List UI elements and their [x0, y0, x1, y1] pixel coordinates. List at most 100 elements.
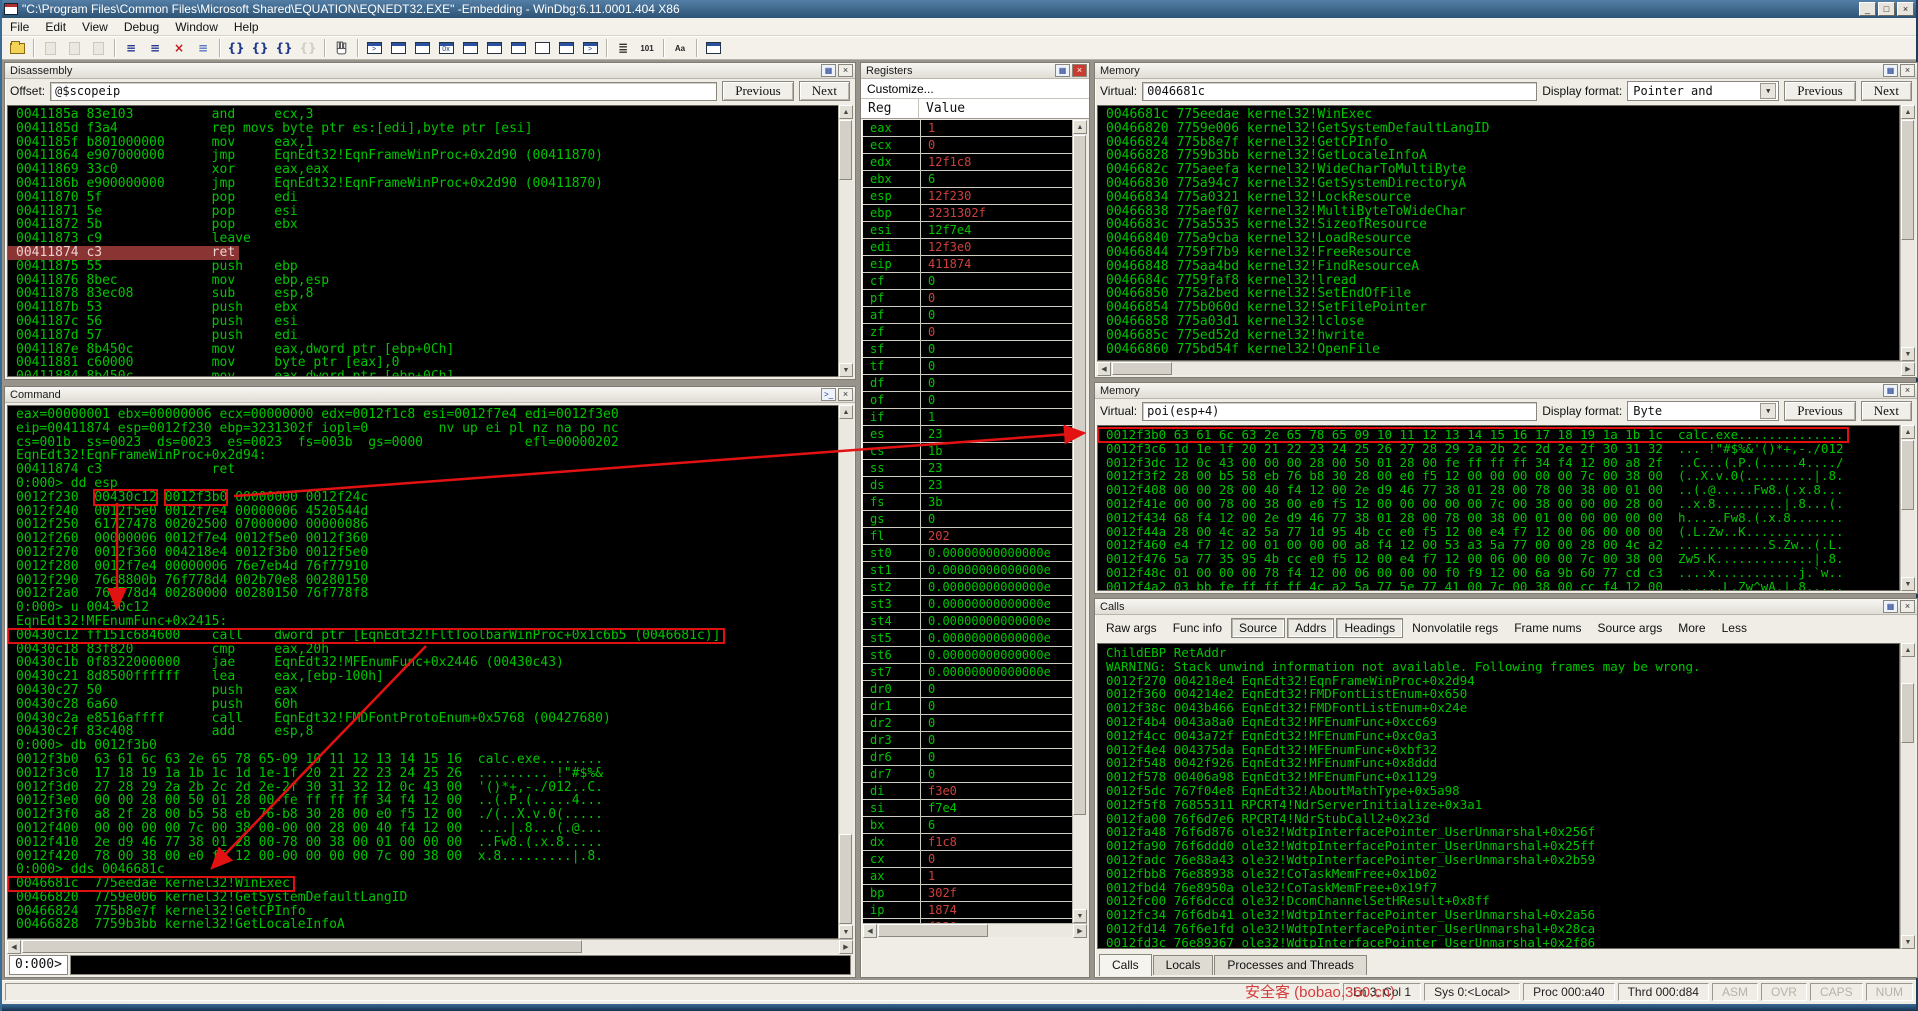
close-button[interactable]: ×	[1897, 2, 1914, 16]
memory1-scrollbar-vertical[interactable]: ▲ ▼	[1900, 105, 1915, 361]
register-value: 1b	[921, 443, 1072, 459]
assembly-mode-button[interactable]: 101	[636, 38, 658, 58]
toolbar-separator	[219, 39, 220, 57]
toggle-breakpoint-icon: ≡	[198, 41, 208, 55]
source-window-button[interactable]	[555, 38, 577, 58]
code-line: 0012f434 68 f4 12 00 2e d9 46 77 38 01 2…	[1098, 511, 1844, 525]
calls-option-addrs[interactable]: Addrs	[1287, 618, 1334, 638]
calls-option-source[interactable]: Source	[1231, 618, 1285, 638]
step-out-button[interactable]: {}	[273, 38, 295, 58]
code-line: 00411876 8bec mov ebp,esp	[8, 274, 329, 288]
remove-breakpoints-button[interactable]: ×	[168, 38, 190, 58]
calls-option-raw-args[interactable]: Raw args	[1099, 619, 1164, 637]
virtual-address-input[interactable]: 0046681c	[1142, 82, 1537, 101]
panel-close-icon[interactable]: ×	[838, 388, 853, 401]
customize-button[interactable]: Customize...	[861, 79, 1089, 99]
command-output: eax=00000001 ebx=00000006 ecx=00000000 e…	[7, 405, 853, 939]
disable-breakpoint-button[interactable]: ≡	[144, 38, 166, 58]
insert-breakpoint-button[interactable]: ≡	[120, 38, 142, 58]
register-row-ds: ds23	[863, 477, 1072, 494]
register-row-ebx: ebx6	[863, 171, 1072, 188]
panel-dock-icon[interactable]: >_	[821, 388, 836, 401]
calls-option-more[interactable]: More	[1671, 619, 1712, 637]
maximize-button[interactable]: □	[1878, 2, 1895, 16]
command-browser-icon: >	[583, 42, 598, 54]
scratch-pad-button[interactable]	[531, 38, 553, 58]
locals-window-button[interactable]	[411, 38, 433, 58]
calls-scrollbar-vertical[interactable]: ▲ ▼	[1900, 643, 1915, 949]
register-row-dr0: dr00	[863, 681, 1072, 698]
registers-scrollbar-vertical[interactable]: ▲ ▼	[1072, 120, 1087, 923]
memory2-scrollbar-vertical[interactable]: ▲ ▼	[1900, 425, 1915, 591]
offset-input[interactable]: @$scopeip	[50, 82, 717, 101]
disassembly-scrollbar-vertical[interactable]: ▲ ▼	[838, 105, 853, 377]
command-window-button[interactable]: >	[363, 38, 385, 58]
code-line: 00466820 7759e006 kernel32!GetSystemDefa…	[1098, 122, 1490, 136]
command-browser-button[interactable]: >	[579, 38, 601, 58]
register-value: 411874	[921, 256, 1072, 272]
panel-dock-icon[interactable]: ▦	[1055, 64, 1070, 77]
memory-window-button[interactable]	[459, 38, 481, 58]
panel-dock-icon[interactable]: ▦	[1883, 600, 1898, 613]
previous-button[interactable]: Previous	[1784, 81, 1856, 101]
previous-button[interactable]: Previous	[722, 81, 794, 101]
source-mode-on-button[interactable]: ≣	[612, 38, 634, 58]
registers-window-button[interactable]: 0x	[435, 38, 457, 58]
step-into-button[interactable]: {}	[225, 38, 247, 58]
menu-item-help[interactable]: Help	[226, 19, 267, 35]
menu-item-debug[interactable]: Debug	[116, 19, 167, 35]
display-format-select[interactable]: Byte ▼	[1627, 401, 1779, 421]
menu-item-file[interactable]: File	[2, 19, 37, 35]
calls-window-button[interactable]	[483, 38, 505, 58]
scratch-pad-icon	[535, 42, 550, 54]
registers-scrollbar-horizontal[interactable]: ◀ ▶	[863, 923, 1087, 937]
next-button[interactable]: Next	[799, 81, 850, 101]
next-button[interactable]: Next	[1861, 81, 1912, 101]
next-button[interactable]: Next	[1861, 401, 1912, 421]
command-input[interactable]	[70, 955, 851, 975]
calls-option-frame-nums[interactable]: Frame nums	[1507, 619, 1588, 637]
step-over-button[interactable]: {}	[249, 38, 271, 58]
command-scrollbar-vertical[interactable]: ▲ ▼	[838, 405, 853, 939]
register-row-st2: st20.00000000000000e	[863, 579, 1072, 596]
memory1-scrollbar-horizontal[interactable]: ◀ ▶	[1097, 361, 1915, 375]
memory1-content: 0046681c 775eedae kernel32!WinExec004668…	[1097, 105, 1900, 361]
calls-option-less[interactable]: Less	[1715, 619, 1754, 637]
register-row-st5: st50.00000000000000e	[863, 630, 1072, 647]
tab-processes-and-threads[interactable]: Processes and Threads	[1214, 955, 1367, 975]
calls-option-source-args[interactable]: Source args	[1591, 619, 1670, 637]
command-scrollbar-horizontal[interactable]: ◀ ▶	[7, 939, 853, 953]
font-button[interactable]: Aa	[669, 38, 691, 58]
panel-dock-icon[interactable]: ▦	[1883, 384, 1898, 397]
options-button[interactable]	[702, 38, 724, 58]
toggle-breakpoint-button[interactable]: ≡	[192, 38, 214, 58]
panel-dock-icon[interactable]: ▦	[1883, 64, 1898, 77]
menu-item-view[interactable]: View	[74, 19, 116, 35]
panel-close-icon[interactable]: ×	[1900, 64, 1915, 77]
font-icon: Aa	[675, 44, 685, 53]
register-value: 0	[921, 715, 1072, 731]
calls-option-func-info[interactable]: Func info	[1166, 619, 1229, 637]
tab-calls[interactable]: Calls	[1099, 954, 1152, 976]
panel-dock-icon[interactable]: ▦	[821, 64, 836, 77]
panel-close-icon[interactable]: ×	[1900, 600, 1915, 613]
register-row-dr2: dr20	[863, 715, 1072, 732]
calls-option-headings[interactable]: Headings	[1336, 618, 1403, 638]
tab-locals[interactable]: Locals	[1153, 955, 1214, 975]
go-button[interactable]	[330, 38, 352, 58]
disassembly-window-button[interactable]	[507, 38, 529, 58]
watch-window-button[interactable]	[387, 38, 409, 58]
minimize-button[interactable]: _	[1859, 2, 1876, 16]
panel-close-icon[interactable]: ×	[1072, 64, 1087, 77]
calls-option-nonvolatile-regs[interactable]: Nonvolatile regs	[1405, 619, 1505, 637]
register-value: 0	[921, 392, 1072, 408]
open-workspace-button[interactable]	[6, 38, 28, 58]
panel-close-icon[interactable]: ×	[838, 64, 853, 77]
virtual-address-input[interactable]: poi(esp+4)	[1142, 402, 1537, 421]
register-row-fs: fs3b	[863, 494, 1072, 511]
display-format-select[interactable]: Pointer and ▼	[1627, 81, 1779, 101]
previous-button[interactable]: Previous	[1784, 401, 1856, 421]
panel-close-icon[interactable]: ×	[1900, 384, 1915, 397]
menu-item-edit[interactable]: Edit	[37, 19, 74, 35]
menu-item-window[interactable]: Window	[167, 19, 226, 35]
